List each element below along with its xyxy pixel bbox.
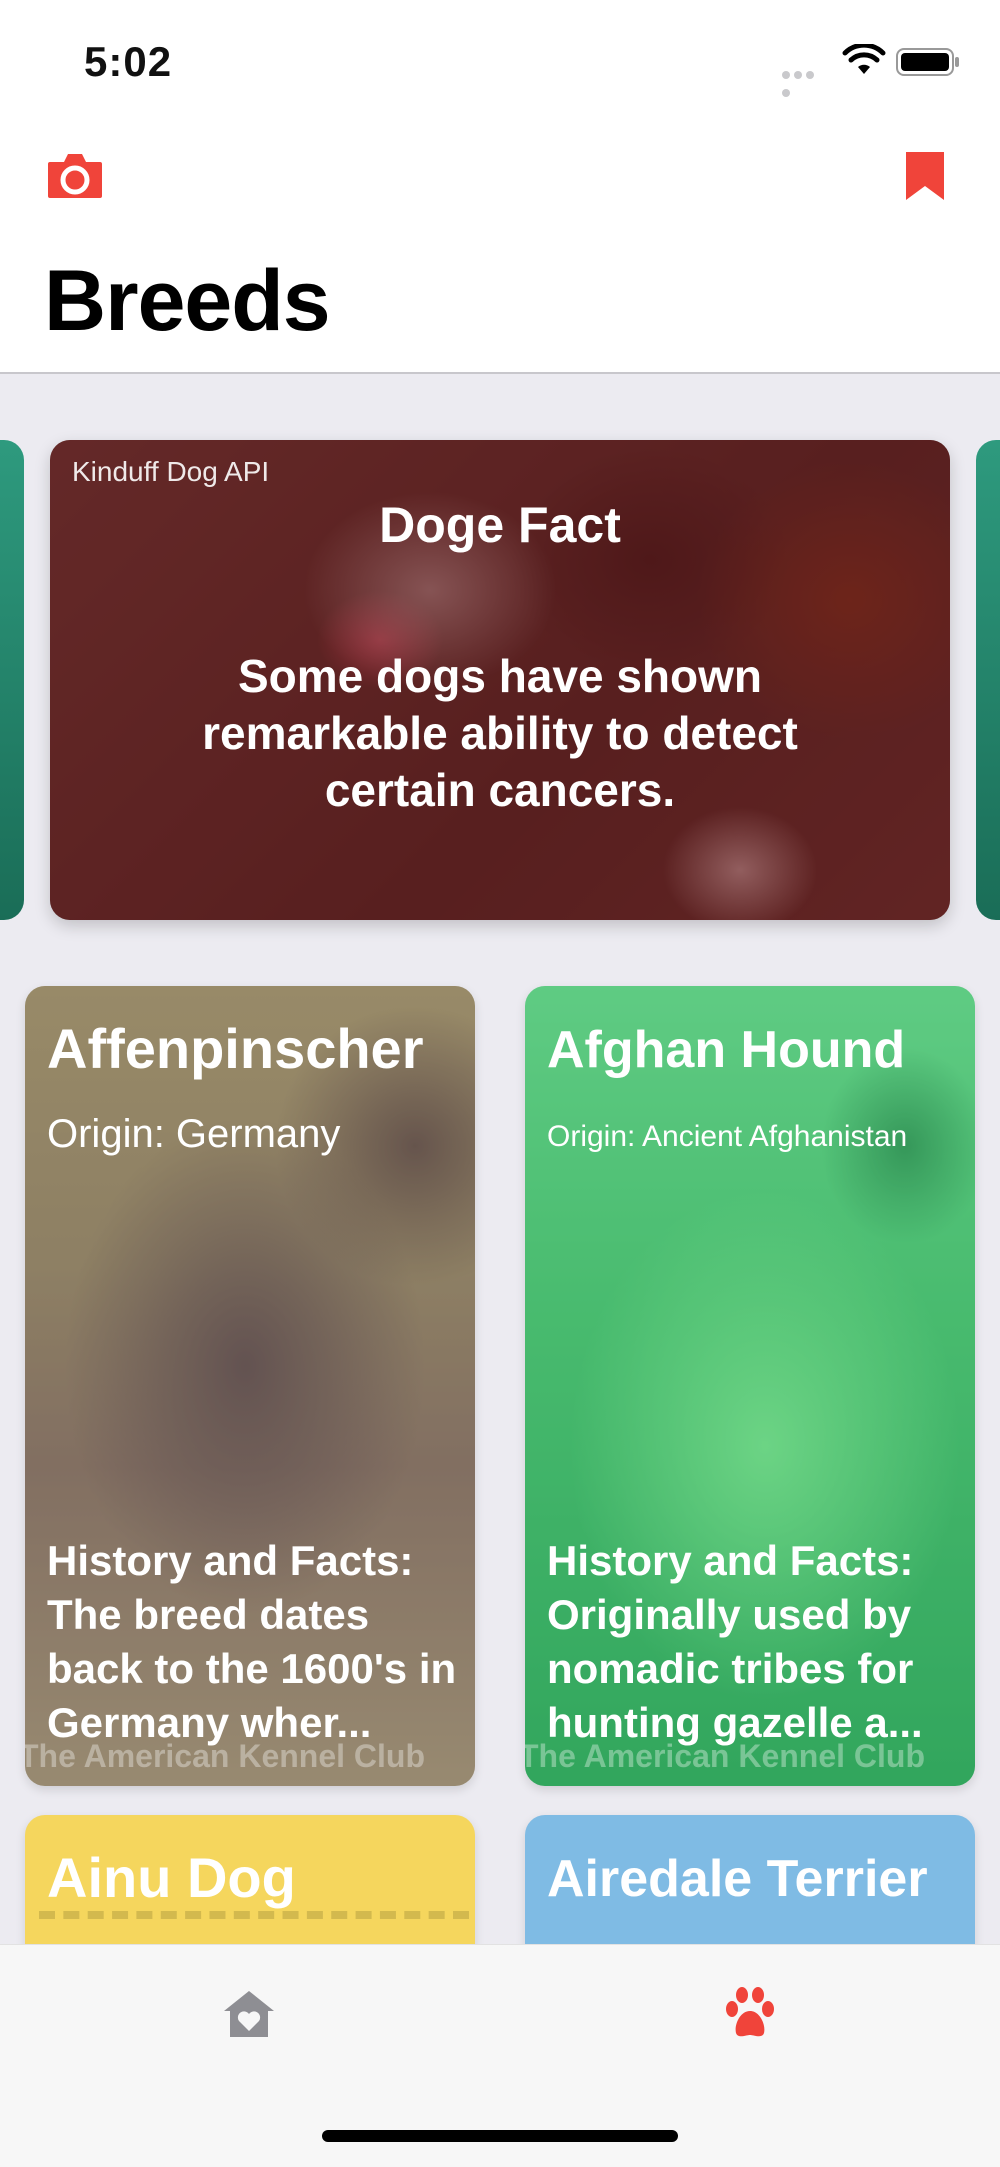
divider [39,1911,469,1919]
breed-origin: Origin: Germany [47,1112,341,1156]
status-bar: 5:02 [0,0,1000,120]
fact-source-label: Kinduff Dog API [72,456,270,487]
paw-icon[interactable] [722,1985,778,2041]
image-credit: The American Kennel Club [25,1738,425,1774]
carousel-card-next[interactable] [976,440,1000,920]
page-title: Breeds [44,253,331,349]
tab-bar [0,1944,1000,2167]
bookmark-icon[interactable] [904,150,946,202]
navigation-bar: Breeds [0,120,1000,374]
breed-name: Ainu Dog [47,1846,296,1909]
signal-icon [782,66,828,97]
camera-icon[interactable] [46,148,104,202]
image-credit: The American Kennel Club [525,1738,925,1774]
breed-history: History and Facts: The breed dates back … [47,1537,457,1746]
battery-icon [896,48,959,76]
breed-history: History and Facts: Originally used by no… [547,1537,923,1746]
doge-fact-card[interactable]: Kinduff Dog API Doge Fact Some dogs have… [50,440,950,920]
carousel-card-previous[interactable] [0,440,24,920]
fact-title: Doge Fact [379,497,621,553]
breed-card-affenpinscher[interactable]: Affenpinscher Origin: Germany History an… [25,986,475,1786]
breed-name: Affenpinscher [47,1017,424,1080]
wifi-icon [842,44,886,74]
fact-text: Some dogs have shown remarkable ability … [202,650,798,816]
breed-origin: Origin: Ancient Afghanistan [547,1120,908,1153]
breed-name: Afghan Hound [547,1021,906,1079]
breed-name: Airedale Terrier [547,1850,928,1908]
status-time: 5:02 [84,38,173,85]
home-heart-icon[interactable] [222,1989,276,2039]
home-indicator [322,2130,678,2142]
breed-card-afghan-hound[interactable]: Afghan Hound Origin: Ancient Afghanistan… [525,986,975,1786]
